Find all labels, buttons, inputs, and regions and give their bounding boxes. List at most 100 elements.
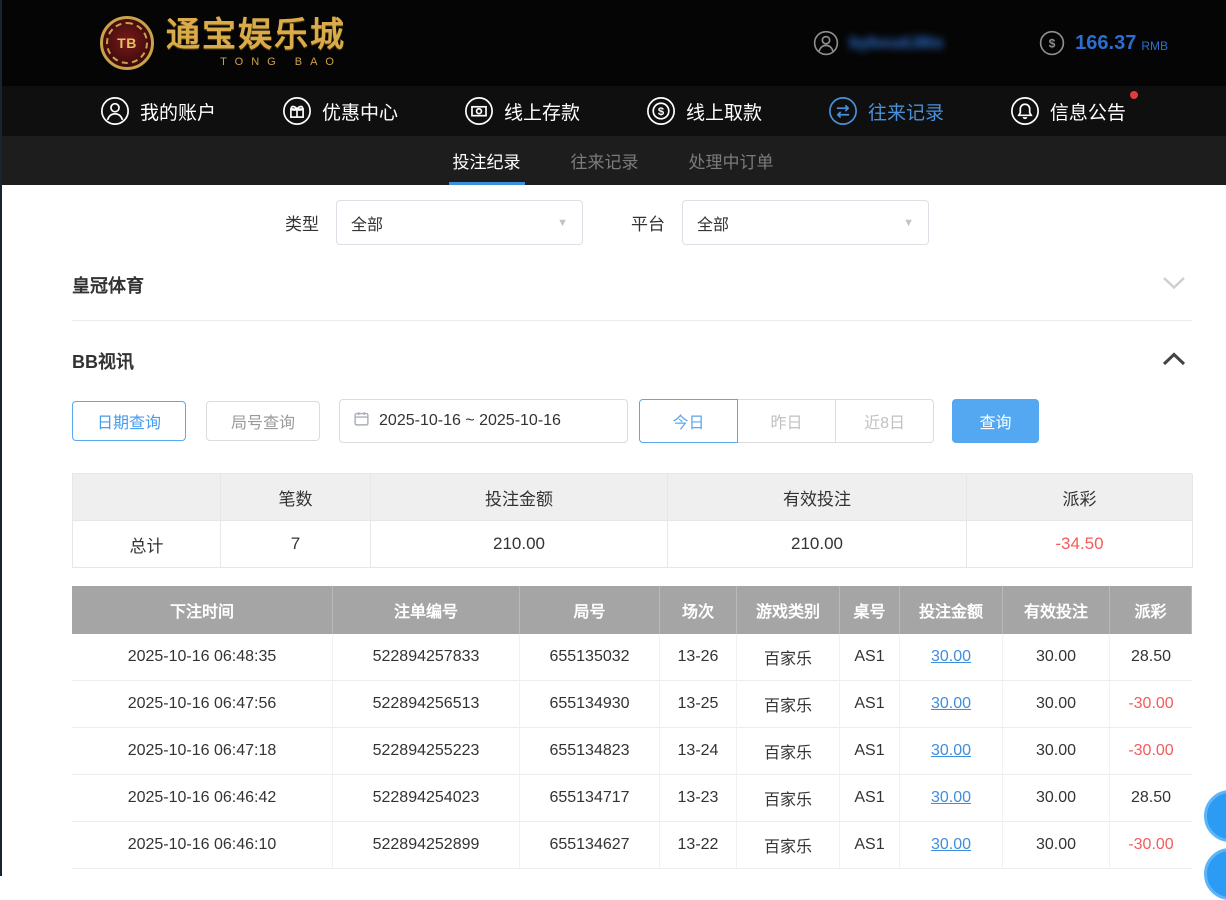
cell-bet-id: 522894254023 <box>333 775 520 822</box>
logo-title: 通宝娱乐城 <box>166 18 346 54</box>
nav-item-deposit[interactable]: 线上存款 <box>464 96 580 126</box>
section-title: 皇冠体育 <box>72 272 144 298</box>
nav-label: 信息公告 <box>1050 98 1126 125</box>
deposit-icon <box>464 96 494 126</box>
logo-chip-icon: TB <box>100 16 154 70</box>
cell-bet-amount-link[interactable]: 30.00 <box>900 728 1003 775</box>
section-divider <box>72 320 1192 321</box>
nav-label: 我的账户 <box>140 98 216 125</box>
calendar-icon <box>353 410 370 432</box>
cell-bet-time: 2025-10-16 06:46:42 <box>72 775 333 822</box>
svg-text:$: $ <box>1049 36 1056 50</box>
cell-bet-id: 522894256513 <box>333 681 520 728</box>
username-masked: bybxudJ8tx <box>849 33 977 53</box>
nav-label: 线上存款 <box>504 98 580 125</box>
query-toolbar: 日期查询 局号查询 2025-10-16 ~ 2025-10-16 今日 昨日 … <box>72 399 1226 443</box>
floating-service-button[interactable] <box>1204 790 1226 842</box>
cell-table-no: AS1 <box>840 681 900 728</box>
type-select-value: 全部 <box>351 211 383 235</box>
user-avatar-icon <box>813 30 839 56</box>
table-header-cell: 场次 <box>660 586 737 634</box>
last8days-button[interactable]: 近8日 <box>835 399 934 443</box>
withdraw-icon: $ <box>646 96 676 126</box>
site-logo[interactable]: TB 通宝娱乐城 TONG BAO <box>100 16 346 70</box>
cell-valid-bet: 30.00 <box>1003 822 1110 869</box>
summary-header-cell: 派彩 <box>967 474 1193 521</box>
nav-label: 线上取款 <box>686 98 762 125</box>
date-range-input[interactable]: 2025-10-16 ~ 2025-10-16 <box>339 399 628 443</box>
tab-processing-orders[interactable]: 处理中订单 <box>687 136 776 185</box>
yesterday-button[interactable]: 昨日 <box>737 399 836 443</box>
summary-header-cell: 投注金额 <box>371 474 668 521</box>
section-crown-sports[interactable]: 皇冠体育 <box>72 272 1186 298</box>
user-circle-icon <box>100 96 130 126</box>
type-filter-label: 类型 <box>285 210 319 235</box>
cell-valid-bet: 30.00 <box>1003 634 1110 681</box>
cell-payout: 28.50 <box>1110 634 1192 681</box>
cell-bet-amount-link[interactable]: 30.00 <box>900 681 1003 728</box>
nav-item-announcements[interactable]: 信息公告 <box>1010 96 1126 126</box>
cell-session: 13-22 <box>660 822 737 869</box>
cell-bet-amount-link[interactable]: 30.00 <box>900 634 1003 681</box>
platform-select-value: 全部 <box>697 211 729 235</box>
logo-text: 通宝娱乐城 TONG BAO <box>166 18 346 68</box>
nav-label: 优惠中心 <box>322 98 398 125</box>
summary-valid-bet: 210.00 <box>668 521 967 568</box>
cell-table-no: AS1 <box>840 634 900 681</box>
cell-bet-id: 522894257833 <box>333 634 520 681</box>
bell-icon <box>1010 96 1040 126</box>
tab-betting-records[interactable]: 投注纪录 <box>451 136 523 185</box>
chevron-up-icon[interactable] <box>1162 352 1186 371</box>
cell-game-type: 百家乐 <box>737 728 840 775</box>
cell-table-no: AS1 <box>840 728 900 775</box>
cell-valid-bet: 30.00 <box>1003 728 1110 775</box>
section-bb-video[interactable]: BB视讯 <box>72 348 1186 374</box>
cell-round-no: 655135032 <box>520 634 660 681</box>
cell-session: 13-26 <box>660 634 737 681</box>
table-header-cell: 游戏类别 <box>737 586 840 634</box>
table-header-cell: 注单编号 <box>333 586 520 634</box>
platform-select[interactable]: 全部 ▼ <box>682 200 929 245</box>
cell-bet-time: 2025-10-16 06:47:18 <box>72 728 333 775</box>
cell-bet-amount-link[interactable]: 30.00 <box>900 775 1003 822</box>
cell-bet-time: 2025-10-16 06:46:10 <box>72 822 333 869</box>
table-header-cell: 下注时间 <box>72 586 333 634</box>
date-query-button[interactable]: 日期查询 <box>72 401 186 441</box>
table-header-cell: 派彩 <box>1110 586 1192 634</box>
table-header-cell: 有效投注 <box>1003 586 1110 634</box>
today-button[interactable]: 今日 <box>639 399 738 443</box>
chevron-down-icon: ▼ <box>903 217 914 229</box>
cell-game-type: 百家乐 <box>737 681 840 728</box>
cell-round-no: 655134823 <box>520 728 660 775</box>
chevron-down-icon[interactable] <box>1162 276 1186 295</box>
cell-bet-amount-link[interactable]: 30.00 <box>900 822 1003 869</box>
cell-game-type: 百家乐 <box>737 775 840 822</box>
window-edge <box>0 0 2 876</box>
nav-item-records[interactable]: 往来记录 <box>828 96 944 126</box>
nav-item-my-account[interactable]: 我的账户 <box>100 96 216 126</box>
nav-item-withdraw[interactable]: $ 线上取款 <box>646 96 762 126</box>
nav-label: 往来记录 <box>868 98 944 125</box>
floating-service-button-2[interactable] <box>1204 848 1226 900</box>
cell-payout: -30.00 <box>1110 681 1192 728</box>
search-button[interactable]: 查询 <box>952 399 1039 443</box>
summary-count: 7 <box>221 521 371 568</box>
top-header: TB 通宝娱乐城 TONG BAO bybxudJ8tx $ 166.37 RM… <box>0 0 1226 86</box>
bet-records-table: 下注时间注单编号局号场次游戏类别桌号投注金额有效投注派彩 2025-10-16 … <box>72 586 1192 869</box>
type-select[interactable]: 全部 ▼ <box>336 200 583 245</box>
cell-payout: -30.00 <box>1110 728 1192 775</box>
summary-header-cell: 有效投注 <box>668 474 967 521</box>
chevron-down-icon: ▼ <box>557 217 568 229</box>
tab-transaction-records[interactable]: 往来记录 <box>569 136 641 185</box>
main-nav: 我的账户 优惠中心 线上存款 $ <box>0 86 1226 136</box>
nav-item-promotions[interactable]: 优惠中心 <box>282 96 398 126</box>
balance-currency: RMB <box>1141 34 1168 53</box>
round-query-button[interactable]: 局号查询 <box>206 401 320 441</box>
cell-round-no: 655134930 <box>520 681 660 728</box>
cell-game-type: 百家乐 <box>737 634 840 681</box>
date-range-value: 2025-10-16 ~ 2025-10-16 <box>379 412 561 430</box>
summary-total-label: 总计 <box>73 521 221 568</box>
cell-session: 13-25 <box>660 681 737 728</box>
quick-date-group: 今日 昨日 近8日 <box>639 399 934 443</box>
platform-filter-label: 平台 <box>631 210 665 235</box>
